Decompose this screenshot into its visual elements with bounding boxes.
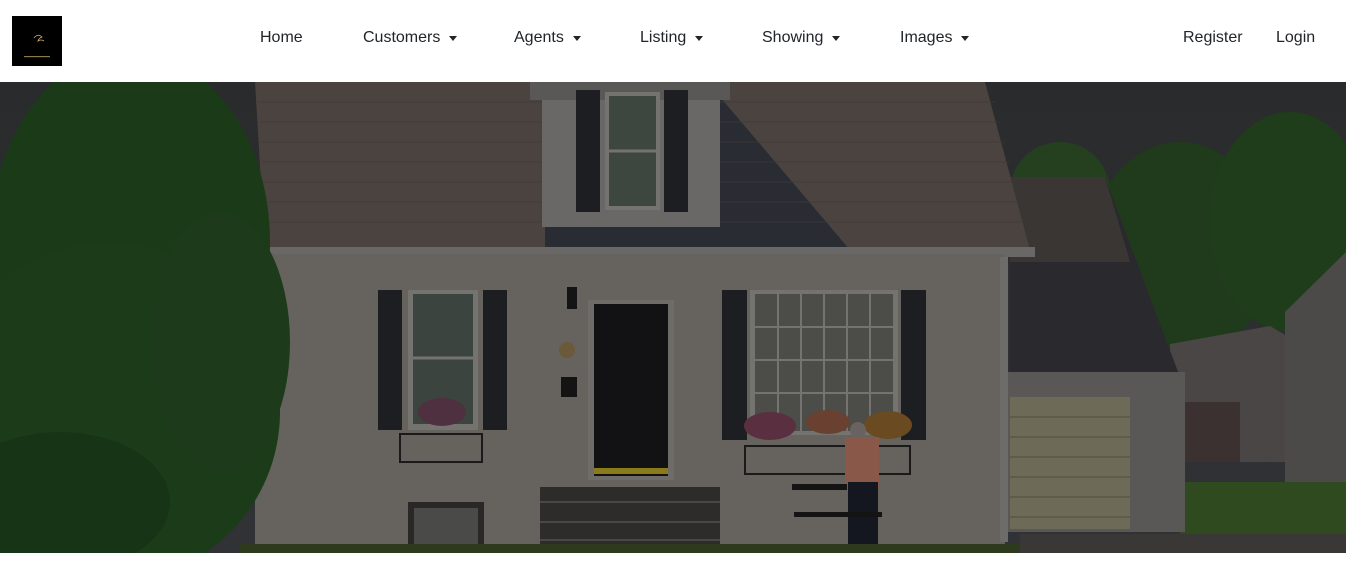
caret-down-icon [572, 36, 581, 41]
login-link[interactable]: Login [1276, 29, 1315, 47]
register-link[interactable]: Register [1183, 29, 1243, 47]
nav-showing-label: Showing [762, 29, 824, 46]
nav-images-label: Images [900, 29, 953, 46]
hero-banner [0, 82, 1346, 553]
nav-customers-dropdown[interactable]: Customers [363, 29, 458, 47]
nav-listing-label: Listing [640, 29, 687, 46]
caret-down-icon [832, 36, 841, 41]
register-label: Register [1183, 29, 1243, 46]
nav-showing-dropdown[interactable]: Showing [762, 29, 841, 47]
nav-home[interactable]: Home [260, 29, 303, 47]
top-navbar: Home Customers Agents Listing Showing Im… [0, 0, 1350, 82]
login-label: Login [1276, 29, 1316, 46]
nav-home-label: Home [260, 29, 303, 46]
caret-down-icon [961, 36, 970, 41]
main-nav: Home Customers Agents Listing Showing Im… [0, 0, 1350, 82]
nav-agents-label: Agents [514, 29, 564, 46]
caret-down-icon [449, 36, 458, 41]
caret-down-icon [695, 36, 704, 41]
nav-agents-dropdown[interactable]: Agents [514, 29, 581, 47]
page-content-area [0, 553, 1350, 583]
nav-customers-label: Customers [363, 29, 441, 46]
nav-listing-dropdown[interactable]: Listing [640, 29, 704, 47]
nav-images-dropdown[interactable]: Images [900, 29, 970, 47]
house-photo [0, 82, 1346, 553]
